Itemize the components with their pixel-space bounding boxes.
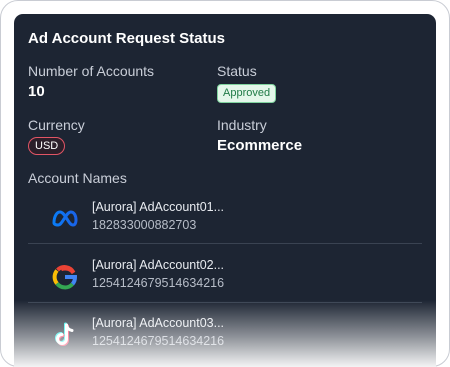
account-id: 1254124679514634216 — [92, 276, 225, 290]
account-names-label: Account Names — [28, 170, 127, 186]
number-of-accounts-label: Number of Accounts — [28, 63, 155, 79]
divider — [28, 302, 422, 303]
ad-account-request-card: Ad Account Request Status Number of Acco… — [14, 14, 436, 367]
currency-label: Currency — [28, 117, 85, 133]
account-id: 1254124679514634216 — [92, 334, 225, 348]
card-title: Ad Account Request Status — [28, 30, 225, 47]
status-badge: Approved — [217, 84, 277, 103]
account-name: [Aurora] AdAccount03... — [92, 316, 225, 330]
currency-badge: USD — [28, 137, 66, 155]
account-id: 182833000882703 — [92, 218, 197, 232]
account-name: [Aurora] AdAccount01... — [92, 200, 225, 214]
google-icon — [52, 265, 77, 291]
industry-value: Ecommerce — [217, 137, 303, 154]
account-name: [Aurora] AdAccount02... — [92, 258, 225, 272]
tiktok-icon — [55, 322, 74, 346]
account-list-item[interactable]: [Aurora] AdAccount03... 1254124679514634… — [14, 309, 436, 367]
meta-icon — [52, 210, 78, 227]
number-of-accounts-value: 10 — [28, 83, 45, 100]
divider — [28, 243, 422, 244]
industry-label: Industry — [217, 117, 267, 133]
status-label: Status — [217, 63, 257, 79]
